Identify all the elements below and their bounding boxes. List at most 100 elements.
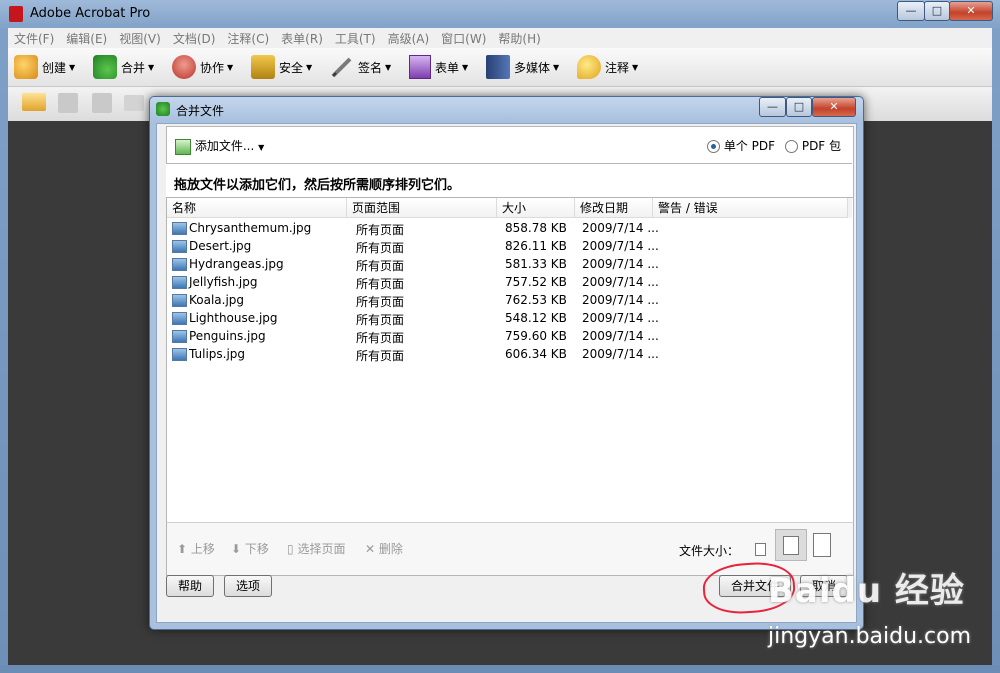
combine-button[interactable]: 合并 ▼: [93, 48, 154, 86]
choose-pages-button[interactable]: ▯ 选择页面: [287, 540, 345, 557]
help-button[interactable]: 帮助: [166, 575, 214, 597]
file-size: 826.11 KB: [505, 239, 567, 253]
dialog-close-button[interactable]: ✕: [812, 97, 856, 117]
table-row[interactable]: Jellyfish.jpg 所有页面 757.52 KB 2009/7/14 .…: [167, 273, 847, 291]
choose-pages-label: 选择页面: [297, 542, 346, 556]
arrow-up-icon: ⬆: [177, 542, 188, 556]
dialog-body: 添加文件... ▼ 单个 PDF PDF 包 拖放文件以添加它们，然后按所需顺序…: [156, 123, 857, 623]
menu-forms[interactable]: 表单(R): [275, 28, 329, 47]
file-range: 所有页面: [356, 241, 405, 255]
file-name: Hydrangeas.jpg: [189, 257, 284, 271]
table-row[interactable]: Hydrangeas.jpg 所有页面 581.33 KB 2009/7/14 …: [167, 255, 847, 273]
menu-window[interactable]: 窗口(W): [435, 28, 492, 47]
table-row[interactable]: Tulips.jpg 所有页面 606.34 KB 2009/7/14 ...: [167, 345, 847, 363]
file-list[interactable]: 名称 页面范围 大小 修改日期 警告 / 错误 Chrysanthemum.jp…: [166, 197, 854, 524]
menu-edit[interactable]: 编辑(E): [60, 28, 113, 47]
comment-button[interactable]: 注释 ▼: [577, 48, 638, 86]
small-file-size-icon[interactable]: [755, 543, 766, 556]
title-bar: Adobe Acrobat Pro — □ ✕: [0, 0, 1000, 28]
menu-tools[interactable]: 工具(T): [329, 28, 382, 47]
remove-button[interactable]: ✕ 删除: [365, 540, 403, 557]
file-size-label: 文件大小：: [679, 544, 740, 558]
column-modified-date[interactable]: 修改日期: [575, 198, 653, 218]
options-button[interactable]: 选项: [224, 575, 272, 597]
column-size[interactable]: 大小: [497, 198, 575, 218]
collaborate-button[interactable]: 协作 ▼: [172, 48, 233, 86]
table-row[interactable]: Chrysanthemum.jpg 所有页面 858.78 KB 2009/7/…: [167, 219, 847, 237]
forms-label: 表单: [435, 60, 460, 75]
large-file-size-icon[interactable]: [813, 533, 831, 557]
file-size: 581.33 KB: [505, 257, 567, 271]
move-up-button[interactable]: ⬆ 上移: [177, 540, 215, 557]
dialog-maximize-button[interactable]: □: [786, 97, 812, 117]
dialog-title: 合并文件: [176, 104, 225, 118]
file-name: Penguins.jpg: [189, 329, 266, 343]
app-title: Adobe Acrobat Pro: [30, 6, 151, 21]
column-warnings[interactable]: 警告 / 错误: [653, 198, 848, 218]
menu-advanced[interactable]: 高级(A): [382, 28, 436, 47]
table-row[interactable]: Penguins.jpg 所有页面 759.60 KB 2009/7/14 ..…: [167, 327, 847, 345]
file-range: 所有页面: [356, 349, 405, 363]
sign-button[interactable]: 签名 ▼: [330, 48, 391, 86]
pdf-package-label: PDF 包: [801, 139, 842, 153]
radio-selected-icon: [707, 140, 720, 153]
remove-label: 删除: [378, 542, 403, 556]
default-file-size-selected[interactable]: [775, 529, 807, 561]
menu-comments[interactable]: 注释(C): [221, 28, 275, 47]
menu-help[interactable]: 帮助(H): [492, 28, 546, 47]
menu-bar: 文件(F) 编辑(E) 视图(V) 文档(D) 注释(C) 表单(R) 工具(T) 高级(A)…: [8, 28, 992, 48]
menu-document[interactable]: 文档(D): [167, 28, 222, 47]
file-date: 2009/7/14 ...: [582, 221, 659, 235]
file-name: Desert.jpg: [189, 239, 252, 253]
collaborate-icon: [172, 55, 196, 79]
table-row[interactable]: Lighthouse.jpg 所有页面 548.12 KB 2009/7/14 …: [167, 309, 847, 327]
instruction-text: 拖放文件以添加它们，然后按所需顺序排列它们。: [174, 178, 461, 193]
chevron-down-icon: ▼: [227, 62, 234, 72]
file-range: 所有页面: [356, 313, 405, 327]
file-date: 2009/7/14 ...: [582, 257, 659, 271]
radio-unselected-icon: [785, 140, 798, 153]
menu-file[interactable]: 文件(F): [8, 28, 60, 47]
print-icon[interactable]: [58, 93, 78, 113]
multimedia-button[interactable]: 多媒体 ▼: [486, 48, 559, 86]
combine-files-dialog: 合并文件 — □ ✕ 添加文件... ▼ 单个 PDF PDF 包 拖放文件以添…: [149, 96, 864, 630]
default-file-size-icon: [783, 536, 799, 555]
secure-button[interactable]: 安全 ▼: [251, 48, 312, 86]
file-name: Jellyfish.jpg: [189, 275, 258, 289]
chevron-down-icon: ▼: [553, 62, 560, 72]
file-name: Chrysanthemum.jpg: [189, 221, 312, 235]
column-page-range[interactable]: 页面范围: [347, 198, 497, 218]
create-button[interactable]: 创建 ▼: [14, 48, 75, 86]
file-date: 2009/7/14 ...: [582, 329, 659, 343]
chevron-down-icon: ▼: [258, 143, 265, 152]
add-file-icon: [175, 138, 191, 155]
image-file-icon: [172, 276, 187, 289]
email-icon[interactable]: [124, 95, 144, 111]
file-range: 所有页面: [356, 259, 405, 273]
dialog-minimize-button[interactable]: —: [759, 97, 786, 117]
file-name: Lighthouse.jpg: [189, 311, 278, 325]
maximize-button[interactable]: □: [924, 1, 950, 21]
minimize-button[interactable]: —: [897, 1, 925, 21]
forms-button[interactable]: 表单 ▼: [409, 48, 468, 86]
save-icon[interactable]: [92, 93, 112, 113]
table-row[interactable]: Desert.jpg 所有页面 826.11 KB 2009/7/14 ...: [167, 237, 847, 255]
close-button[interactable]: ✕: [949, 1, 993, 21]
file-date: 2009/7/14 ...: [582, 239, 659, 253]
comment-icon: [577, 55, 601, 79]
image-file-icon: [172, 222, 187, 235]
move-down-button[interactable]: ⬇ 下移: [231, 540, 269, 557]
menu-view[interactable]: 视图(V): [113, 28, 167, 47]
add-files-button[interactable]: 添加文件... ▼: [175, 137, 264, 155]
pdf-package-option[interactable]: PDF 包: [785, 137, 841, 154]
column-name[interactable]: 名称: [167, 198, 347, 218]
combine-icon: [156, 102, 170, 116]
table-row[interactable]: Koala.jpg 所有页面 762.53 KB 2009/7/14 ...: [167, 291, 847, 309]
single-pdf-label: 单个 PDF: [723, 139, 776, 153]
single-pdf-option[interactable]: 单个 PDF: [707, 137, 775, 154]
open-folder-icon[interactable]: [22, 93, 46, 111]
arrow-down-icon: ⬇: [231, 542, 242, 556]
instruction-area: 拖放文件以添加它们，然后按所需顺序排列它们。: [166, 163, 852, 198]
image-file-icon: [172, 330, 187, 343]
acrobat-logo-icon: [9, 6, 23, 22]
